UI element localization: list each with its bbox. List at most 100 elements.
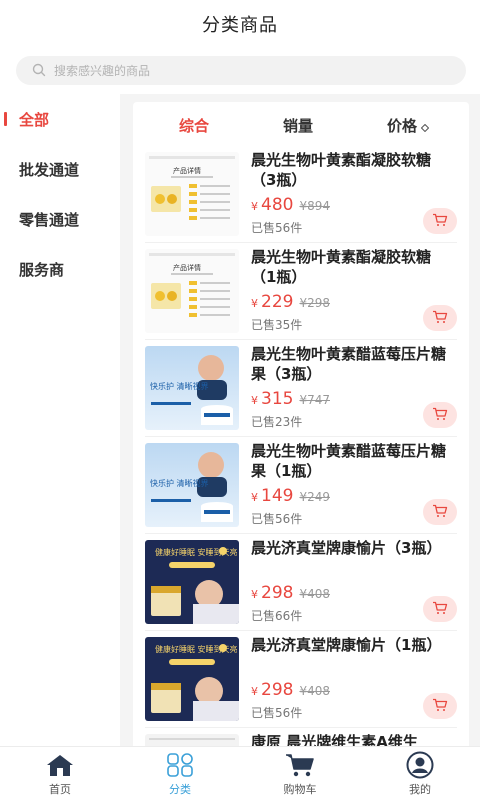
product-item[interactable]: 健康好睡眠 安睡到天亮 晨光济真堂牌康愉片（1瓶） ¥ 298 ¥408 已售5… bbox=[145, 631, 457, 728]
original-price: ¥894 bbox=[299, 199, 330, 213]
cart-icon bbox=[432, 600, 448, 619]
sold-count: 已售56件 bbox=[251, 512, 303, 526]
home-icon bbox=[44, 751, 76, 779]
sidebar-item-wholesale[interactable]: 批发通道 bbox=[0, 144, 120, 194]
currency-symbol: ¥ bbox=[251, 588, 258, 601]
sort-sales[interactable]: 销量 bbox=[283, 115, 313, 136]
sort-price-label: 价格 bbox=[387, 117, 418, 135]
search-input[interactable]: 搜索感兴趣的商品 bbox=[16, 56, 466, 85]
thumb-caption: 快乐护 清晰视界 bbox=[150, 478, 209, 488]
search-placeholder: 搜索感兴趣的商品 bbox=[54, 64, 151, 78]
page-title: 分类商品 bbox=[202, 15, 278, 36]
product-image: 健康好睡眠 安睡到天亮 bbox=[145, 540, 239, 624]
sidebar-item-label: 服务商 bbox=[19, 260, 65, 279]
sidebar-item-label: 零售通道 bbox=[19, 210, 80, 229]
currency-symbol: ¥ bbox=[251, 297, 258, 310]
sale-price: 298 bbox=[261, 680, 294, 700]
currency-symbol: ¥ bbox=[251, 685, 258, 698]
sold-count: 已售23件 bbox=[251, 415, 303, 429]
add-to-cart-button[interactable] bbox=[423, 305, 457, 331]
bottom-tab-bar: 首页 分类 购物车 我的 bbox=[0, 746, 480, 800]
tab-profile[interactable]: 我的 bbox=[372, 751, 468, 799]
price-row: ¥ 315 ¥747 bbox=[251, 389, 330, 409]
product-name: 晨光生物叶黄素醋蓝莓压片糖果（1瓶） bbox=[251, 442, 447, 480]
cart-icon bbox=[284, 751, 316, 779]
product-name: 晨光生物叶黄素醋蓝莓压片糖果（3瓶） bbox=[251, 345, 447, 383]
product-name: 晨光生物叶黄素酯凝胶软糖（1瓶） bbox=[251, 248, 432, 286]
product-item[interactable]: 健康好睡眠 安睡到天亮 晨光济真堂牌康愉片（3瓶） ¥ 298 ¥408 已售6… bbox=[145, 534, 457, 631]
price-row: ¥ 480 ¥894 bbox=[251, 195, 330, 215]
product-panel: 综合 销量 价格 产品详情 晨光生物叶黄素酯凝胶软糖（3瓶） ¥ 480 ¥89… bbox=[133, 102, 469, 752]
sort-toggle-icon bbox=[420, 118, 430, 136]
cart-icon bbox=[432, 309, 448, 328]
price-row: ¥ 298 ¥408 bbox=[251, 680, 330, 700]
sidebar-item-retail[interactable]: 零售通道 bbox=[0, 194, 120, 244]
thumb-caption: 快乐护 清晰视界 bbox=[150, 381, 209, 391]
category-sidebar: 全部 批发通道 零售通道 服务商 bbox=[0, 94, 120, 746]
sort-price[interactable]: 价格 bbox=[387, 115, 430, 136]
tab-label: 购物车 bbox=[283, 783, 317, 796]
sold-count: 已售56件 bbox=[251, 706, 303, 720]
app-page: 分类商品 搜索感兴趣的商品 全部 批发通道 零售通道 服务商 综合 销量 价格 … bbox=[0, 0, 480, 800]
thumb-caption: 产品详情 bbox=[173, 166, 201, 175]
sort-comprehensive[interactable]: 综合 bbox=[179, 115, 209, 136]
sold-count: 已售66件 bbox=[251, 609, 303, 623]
product-image: 快乐护 清晰视界 bbox=[145, 443, 239, 527]
product-name: 晨光济真堂牌康愉片（1瓶） bbox=[251, 636, 442, 654]
original-price: ¥249 bbox=[299, 490, 330, 504]
product-item[interactable]: 快乐护 清晰视界 晨光生物叶黄素醋蓝莓压片糖果（3瓶） ¥ 315 ¥747 已… bbox=[145, 340, 457, 437]
profile-icon bbox=[404, 751, 436, 779]
product-content: 综合 销量 价格 产品详情 晨光生物叶黄素酯凝胶软糖（3瓶） ¥ 480 ¥89… bbox=[121, 94, 480, 752]
price-row: ¥ 298 ¥408 bbox=[251, 583, 330, 603]
header-bar: 分类商品 bbox=[0, 0, 480, 48]
tab-cart[interactable]: 购物车 bbox=[252, 751, 348, 799]
price-row: ¥ 229 ¥298 bbox=[251, 292, 330, 312]
add-to-cart-button[interactable] bbox=[423, 499, 457, 525]
currency-symbol: ¥ bbox=[251, 491, 258, 504]
original-price: ¥408 bbox=[299, 587, 330, 601]
product-image: 快乐护 清晰视界 bbox=[145, 346, 239, 430]
sale-price: 298 bbox=[261, 583, 294, 603]
product-image: 产品详情 bbox=[145, 249, 239, 333]
sidebar-item-label: 批发通道 bbox=[19, 160, 80, 179]
active-indicator bbox=[4, 112, 7, 126]
product-image: 健康好睡眠 安睡到天亮 bbox=[145, 637, 239, 721]
cart-icon bbox=[432, 212, 448, 231]
currency-symbol: ¥ bbox=[251, 200, 258, 213]
sort-bar: 综合 销量 价格 bbox=[133, 102, 469, 146]
tab-category[interactable]: 分类 bbox=[132, 751, 228, 799]
original-price: ¥747 bbox=[299, 393, 330, 407]
sale-price: 480 bbox=[261, 195, 294, 215]
add-to-cart-button[interactable] bbox=[423, 402, 457, 428]
thumb-caption: 产品详情 bbox=[173, 263, 201, 272]
category-icon bbox=[164, 751, 196, 779]
sale-price: 315 bbox=[261, 389, 294, 409]
sold-count: 已售35件 bbox=[251, 318, 303, 332]
product-item[interactable]: 快乐护 清晰视界 晨光生物叶黄素醋蓝莓压片糖果（1瓶） ¥ 149 ¥249 已… bbox=[145, 437, 457, 534]
sidebar-item-all[interactable]: 全部 bbox=[0, 94, 120, 144]
product-item[interactable]: 产品详情 晨光生物叶黄素酯凝胶软糖（1瓶） ¥ 229 ¥298 已售35件 bbox=[145, 243, 457, 340]
cart-icon bbox=[432, 697, 448, 716]
product-item[interactable]: 产品详情 晨光生物叶黄素酯凝胶软糖（3瓶） ¥ 480 ¥894 已售56件 bbox=[145, 146, 457, 243]
search-area: 搜索感兴趣的商品 bbox=[0, 48, 480, 94]
add-to-cart-button[interactable] bbox=[423, 693, 457, 719]
price-row: ¥ 149 ¥249 bbox=[251, 486, 330, 506]
sidebar-item-label: 全部 bbox=[19, 110, 50, 129]
sidebar-item-service-provider[interactable]: 服务商 bbox=[0, 244, 120, 294]
original-price: ¥408 bbox=[299, 684, 330, 698]
cart-icon bbox=[432, 406, 448, 425]
cart-icon bbox=[432, 503, 448, 522]
search-icon bbox=[32, 63, 48, 79]
sale-price: 149 bbox=[261, 486, 294, 506]
tab-label: 首页 bbox=[49, 783, 71, 796]
product-name: 晨光济真堂牌康愉片（3瓶） bbox=[251, 539, 442, 557]
original-price: ¥298 bbox=[299, 296, 330, 310]
tab-home[interactable]: 首页 bbox=[12, 751, 108, 799]
tab-label: 我的 bbox=[409, 783, 431, 796]
currency-symbol: ¥ bbox=[251, 394, 258, 407]
add-to-cart-button[interactable] bbox=[423, 208, 457, 234]
sold-count: 已售56件 bbox=[251, 221, 303, 235]
add-to-cart-button[interactable] bbox=[423, 596, 457, 622]
tab-label: 分类 bbox=[169, 783, 191, 796]
product-name: 晨光生物叶黄素酯凝胶软糖（3瓶） bbox=[251, 151, 432, 189]
